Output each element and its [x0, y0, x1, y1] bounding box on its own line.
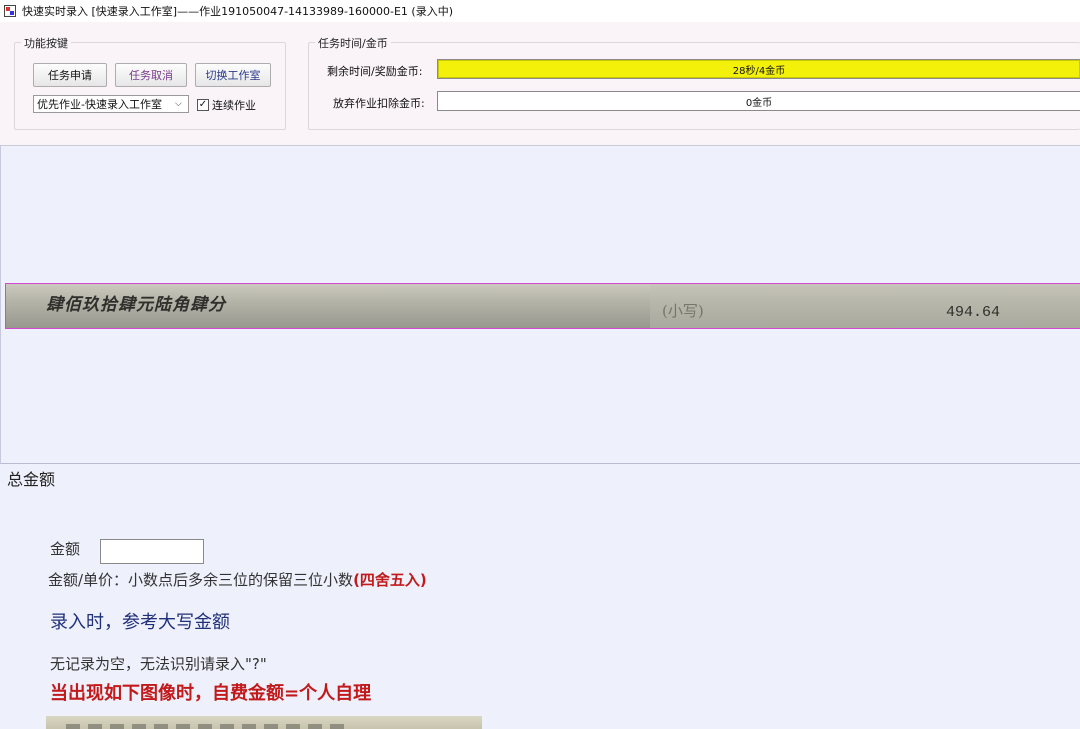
task-cancel-button[interactable]: 任务取消 — [115, 63, 187, 87]
self-pay-note: 当出现如下图像时，自费金额=个人自理 — [50, 683, 372, 704]
window-title: 快速实时录入 [快速录入工作室]——作业191050047-14133989-1… — [22, 5, 453, 18]
section-title: 总金额 — [7, 470, 56, 489]
abandon-deduction-value: 0金币 — [745, 97, 773, 109]
scan-small-label: (小写) — [662, 302, 704, 320]
task-time-title: 任务时间/金币 — [315, 35, 391, 51]
function-keys-group: 功能按键 任务申请 任务取消 切换工作室 优先作业-快速录入工作室 ⌵ ✓ 连续… — [14, 35, 286, 130]
amount-input[interactable] — [100, 539, 204, 564]
rounding-note-highlight: (四舍五入) — [353, 571, 427, 589]
control-panel: 功能按键 任务申请 任务取消 切换工作室 优先作业-快速录入工作室 ⌵ ✓ 连续… — [0, 22, 1080, 146]
sample-image — [46, 716, 482, 729]
continuous-work-option[interactable]: ✓ 连续作业 — [197, 97, 256, 113]
continuous-work-label: 连续作业 — [212, 99, 256, 112]
task-time-group: 任务时间/金币 剩余时间/奖励金币: 28秒/4金币 放弃作业扣除金币: 0金币 — [308, 35, 1080, 130]
switch-studio-button[interactable]: 切换工作室 — [195, 63, 271, 87]
amount-label: 金额 — [50, 540, 81, 558]
studio-select-value: 优先作业-快速录入工作室 — [37, 98, 162, 111]
app-icon — [4, 5, 16, 17]
task-apply-button[interactable]: 任务申请 — [33, 63, 107, 87]
rounding-note-text: 金额/单价：小数点后多余三位的保留三位小数 — [48, 571, 354, 589]
remaining-time-label: 剩余时间/奖励金币: — [327, 65, 423, 78]
abandon-deduction-label: 放弃作业扣除金币: — [333, 97, 425, 110]
reference-note: 录入时，参考大写金额 — [50, 612, 230, 633]
scan-uppercase-amount: 肆佰玖拾肆元陆角肆分 — [46, 295, 226, 315]
chevron-down-icon: ⌵ — [175, 99, 182, 109]
title-bar: 快速实时录入 [快速录入工作室]——作业191050047-14133989-1… — [0, 0, 1080, 22]
rounding-note: 金额/单价：小数点后多余三位的保留三位小数(四舍五入) — [48, 569, 427, 590]
remaining-time-value: 28秒/4金币 — [732, 65, 786, 77]
empty-record-note: 无记录为空，无法识别请录入"?" — [50, 655, 267, 673]
scan-numeric-amount: 494.64 — [946, 304, 1001, 321]
studio-select[interactable]: 优先作业-快速录入工作室 ⌵ — [33, 95, 189, 113]
image-viewer[interactable]: 肆佰玖拾肆元陆角肆分 (小写) 494.64 — [0, 146, 1080, 464]
entry-form: 总金额 金额 金额/单价：小数点后多余三位的保留三位小数(四舍五入) 录入时，参… — [0, 464, 1080, 729]
function-keys-title: 功能按键 — [21, 35, 71, 51]
abandon-deduction-field: 0金币 — [437, 91, 1080, 111]
continuous-work-checkbox[interactable]: ✓ — [197, 99, 209, 111]
scanned-amount-image: 肆佰玖拾肆元陆角肆分 (小写) 494.64 — [5, 283, 1080, 329]
remaining-time-progress: 28秒/4金币 — [437, 59, 1080, 79]
